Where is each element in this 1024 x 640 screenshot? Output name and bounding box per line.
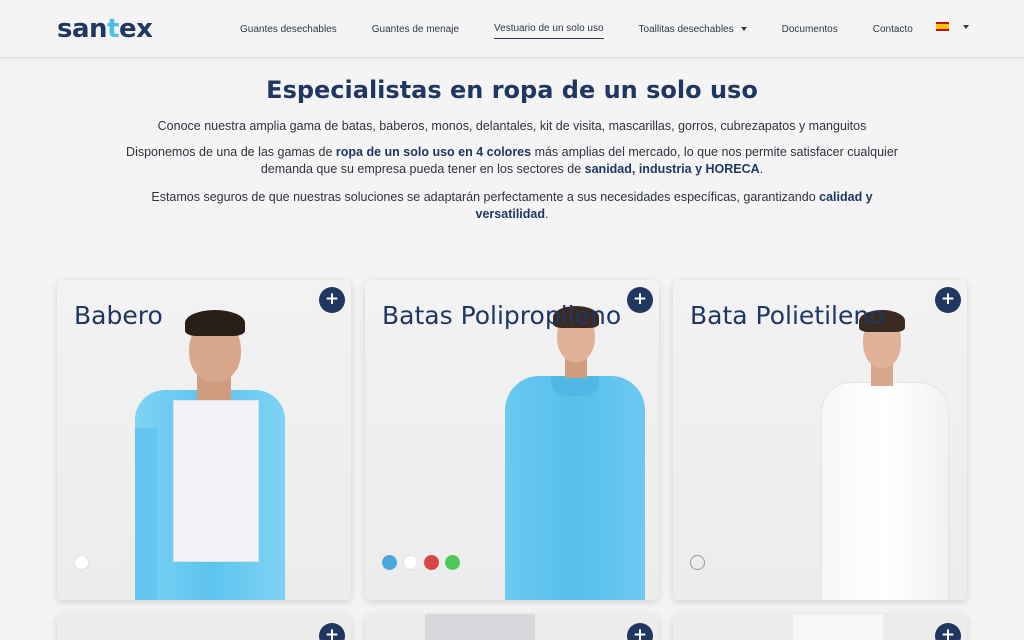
p2-text-e: . — [759, 162, 764, 176]
color-swatch-blue[interactable] — [382, 555, 397, 570]
product-card-batas-polipropileno[interactable]: Batas Polipropileno + — [365, 280, 659, 600]
nav-documentos[interactable]: Documentos — [782, 20, 838, 39]
p2-highlight-colors: ropa de un solo uso en 4 colores — [335, 145, 532, 159]
p2-highlight-sectors: sanidad, industria y HORECA — [584, 162, 760, 176]
plus-icon[interactable]: + — [319, 623, 345, 640]
card-title: Babero — [74, 301, 163, 330]
product-card-babero[interactable]: Babero + — [57, 280, 351, 600]
quality-paragraph: Estamos seguros de que nuestras solucion… — [120, 189, 904, 223]
chevron-down-icon — [963, 24, 969, 29]
spain-flag-icon — [936, 22, 949, 31]
logo-text-a: san — [57, 14, 108, 44]
product-card-partial[interactable]: + — [57, 614, 351, 640]
color-swatch-white[interactable] — [74, 555, 89, 570]
product-card-bata-polietileno[interactable]: Bata Polietileno + — [673, 280, 967, 600]
nav-vestuario[interactable]: Vestuario de un solo uso — [494, 19, 604, 39]
plus-icon[interactable]: + — [935, 287, 961, 313]
page-title: Especialistas en ropa de un solo uso — [266, 76, 758, 104]
color-swatch-green[interactable] — [445, 555, 460, 570]
color-swatches — [690, 555, 711, 570]
language-selector[interactable] — [936, 22, 969, 31]
chevron-down-icon — [740, 26, 747, 31]
p2-text-a: Disponemos de una de las gamas de — [126, 145, 336, 159]
plus-icon[interactable]: + — [627, 287, 653, 313]
color-swatches — [382, 555, 466, 570]
site-header: san t ex Guantes desechables Guantes de me… — [0, 0, 1024, 58]
plus-icon[interactable]: + — [627, 623, 653, 640]
color-swatch-white[interactable] — [403, 555, 418, 570]
color-swatch-red[interactable] — [424, 555, 439, 570]
product-card-partial[interactable]: + — [365, 614, 659, 640]
card-title: Bata Polietileno — [690, 301, 885, 330]
product-image-babero — [127, 308, 297, 600]
color-swatches — [74, 555, 95, 570]
product-card-partial[interactable]: + — [673, 614, 967, 640]
p3-text-a: Estamos seguros de que nuestras solucion… — [151, 190, 820, 204]
logo-text-dot: t — [107, 14, 119, 44]
main-nav: Guantes desechables Guantes de menaje Ve… — [240, 0, 948, 58]
product-image-batas-polipropileno — [495, 306, 655, 600]
p3-text-c: . — [545, 207, 549, 221]
nav-contacto[interactable]: Contacto — [873, 20, 913, 39]
nav-toallitas[interactable]: Toallitas desechables — [639, 20, 747, 39]
nav-guantes-menaje[interactable]: Guantes de menaje — [372, 20, 459, 39]
plus-icon[interactable]: + — [935, 623, 961, 640]
intro-paragraph: Conoce nuestra amplia gama de batas, bab… — [157, 119, 867, 133]
santex-logo[interactable]: san t ex — [57, 14, 153, 44]
color-swatch-transparent[interactable] — [690, 555, 705, 570]
logo-text-b: ex — [118, 14, 153, 44]
nav-guantes-desechables[interactable]: Guantes desechables — [240, 20, 337, 39]
card-title: Batas Polipropileno — [382, 301, 622, 330]
colors-paragraph: Disponemos de una de las gamas de ropa d… — [120, 144, 904, 178]
product-image-bata-polietileno — [815, 310, 955, 600]
plus-icon[interactable]: + — [319, 287, 345, 313]
nav-toallitas-label: Toallitas desechables — [638, 23, 734, 35]
